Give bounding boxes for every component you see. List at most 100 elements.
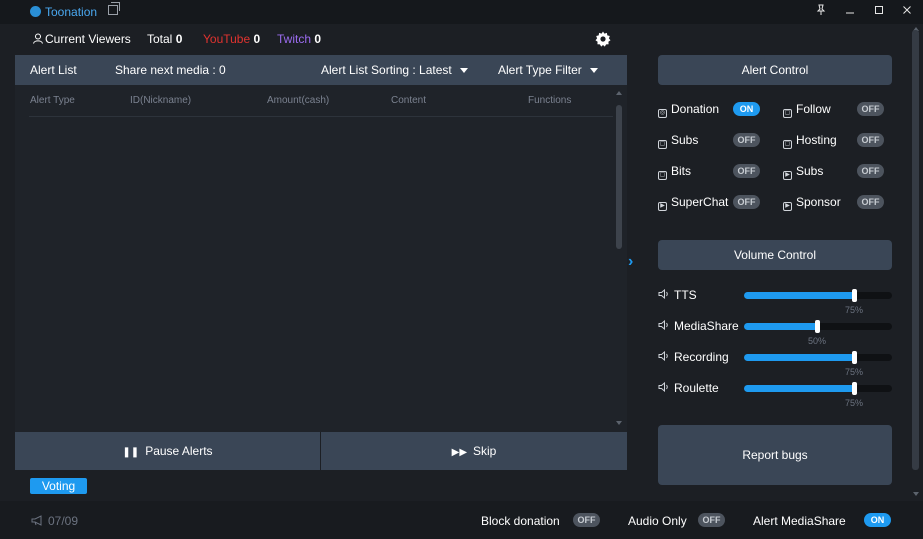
twitch-viewers: Twitch 0 [277, 32, 322, 46]
pin-icon[interactable] [812, 3, 830, 21]
slider-handle[interactable] [815, 320, 820, 333]
alert-control-follow-toggle[interactable]: OFF [857, 102, 884, 116]
alert-control-hosting-label: ▢ Hosting [783, 133, 837, 149]
user-icon [33, 33, 43, 44]
speaker-icon [658, 350, 670, 364]
total-viewers: Total 0 [147, 32, 183, 46]
volume-tts-percent: 75% [845, 305, 864, 315]
volume-recording-slider[interactable] [744, 351, 892, 364]
alert-control-subs-label: ▶ Subs [783, 164, 823, 180]
audio-only-toggle[interactable]: OFF [698, 513, 725, 527]
alert-control-hosting-toggle[interactable]: OFF [857, 133, 884, 147]
chevron-down-icon [459, 68, 468, 74]
slider-fill [744, 323, 818, 330]
slider-fill [744, 354, 855, 361]
slider-fill [744, 385, 855, 392]
volume-tts-label: TTS [658, 288, 697, 302]
alert-mediashare-toggle[interactable]: ON [864, 513, 891, 527]
chevron-right-icon[interactable]: › [628, 254, 638, 270]
fast-forward-icon: ▶▶ [451, 447, 468, 458]
pause-icon: ❚❚ [122, 447, 140, 458]
alert-control-bits-toggle[interactable]: OFF [733, 164, 760, 178]
volume-roulette-slider[interactable] [744, 382, 892, 395]
twitch-icon: ▢ [783, 140, 792, 149]
speaker-icon [658, 288, 670, 302]
alert-action-row: ❚❚ Pause Alerts ▶▶ Skip [15, 432, 627, 470]
chevron-down-icon [589, 68, 598, 74]
scroll-down-arrow-icon[interactable] [616, 421, 622, 425]
alert-control-superchat-toggle[interactable]: OFF [733, 195, 760, 209]
slider-fill [744, 292, 855, 299]
skip-button[interactable]: ▶▶ Skip [321, 432, 627, 470]
twitch-icon: ▢ [658, 171, 667, 180]
youtube-icon: ▶ [783, 202, 792, 211]
minimize-icon[interactable] [841, 3, 859, 21]
alert-control-donation-label: ◎ Donation [658, 102, 720, 118]
column-alert-type: Alert Type [30, 95, 75, 106]
megaphone-icon [31, 515, 42, 526]
share-next-media: Share next media : 0 [115, 63, 226, 77]
volume-roulette-percent: 75% [845, 398, 864, 408]
alert-sorting-dropdown[interactable]: Alert List Sorting : Latest [321, 63, 468, 77]
column-content: Content [391, 95, 427, 106]
alert-list-header: Alert List Share next media : 0 Alert Li… [15, 55, 627, 85]
alert-control-follow-label: ▢ Follow [783, 102, 831, 118]
alert-control-superchat-label: ▶ SuperChat [658, 195, 728, 211]
volume-tts-slider[interactable] [744, 289, 892, 302]
youtube-icon: ▶ [658, 202, 667, 211]
toonation-logo-icon [30, 6, 41, 17]
column-id-nickname: ID(Nickname) [130, 95, 192, 106]
alert-list-title: Alert List [30, 63, 77, 77]
restore-window-icon[interactable] [108, 2, 120, 15]
alert-control-subs-toggle[interactable]: OFF [857, 164, 884, 178]
maximize-icon[interactable] [870, 3, 888, 21]
pause-alerts-button[interactable]: ❚❚ Pause Alerts [15, 432, 320, 470]
alert-control-header: Alert Control [658, 55, 892, 85]
twitch-icon: ▢ [658, 140, 667, 149]
report-bugs-button[interactable]: Report bugs [658, 425, 892, 485]
current-viewers: Current Viewers [33, 32, 131, 46]
speaker-icon [658, 319, 670, 333]
volume-mediashare-slider[interactable] [744, 320, 892, 333]
voting-button[interactable]: Voting [30, 478, 87, 494]
alert-list-scrollbar[interactable] [616, 105, 622, 249]
volume-roulette-label: Roulette [658, 381, 719, 395]
slider-handle[interactable] [852, 351, 857, 364]
volume-recording-percent: 75% [845, 367, 864, 377]
app-title: Toonation [45, 5, 98, 19]
alert-control-subs-label: ▢ Subs [658, 133, 699, 149]
volume-mediashare-percent: 50% [808, 336, 827, 346]
volume-recording-label: Recording [658, 350, 729, 364]
block-donation-toggle[interactable]: OFF [573, 513, 600, 527]
title-bar: Toonation [0, 0, 923, 24]
alert-control-sponsor-label: ▶ Sponsor [783, 195, 841, 211]
alert-control-sponsor-toggle[interactable]: OFF [857, 195, 884, 209]
gear-icon[interactable] [595, 31, 611, 47]
header-divider [29, 116, 613, 117]
block-donation-label: Block donation [481, 514, 560, 528]
scroll-down-arrow-icon[interactable] [913, 492, 919, 496]
speaker-icon [658, 381, 670, 395]
column-functions: Functions [528, 95, 572, 106]
column-amount: Amount(cash) [267, 95, 330, 106]
alert-mediashare-label: Alert MediaShare [753, 514, 846, 528]
twitch-icon: ▢ [783, 109, 792, 118]
alert-control-donation-toggle[interactable]: ON [733, 102, 760, 116]
slider-handle[interactable] [852, 289, 857, 302]
youtube-icon: ▶ [783, 171, 792, 180]
alert-type-filter-dropdown[interactable]: Alert Type Filter [498, 63, 598, 77]
footer-bar: 07/09 Block donation OFF Audio Only OFF … [0, 501, 923, 539]
donation-icon: ◎ [658, 109, 667, 118]
scroll-up-arrow-icon[interactable] [616, 91, 622, 95]
right-panel-scrollbar[interactable] [912, 30, 919, 470]
volume-control-header: Volume Control [658, 240, 892, 270]
slider-handle[interactable] [852, 382, 857, 395]
youtube-viewers: YouTube 0 [203, 32, 261, 46]
alert-control-subs-toggle[interactable]: OFF [733, 133, 760, 147]
close-icon[interactable] [898, 3, 916, 21]
notice-date[interactable]: 07/09 [31, 514, 78, 528]
audio-only-label: Audio Only [628, 514, 687, 528]
alert-list-table: Alert Type ID(Nickname) Amount(cash) Con… [15, 85, 627, 432]
volume-mediashare-label: MediaShare [658, 319, 739, 333]
stats-bar: Current Viewers Total 0 YouTube 0 Twitch… [0, 24, 642, 55]
